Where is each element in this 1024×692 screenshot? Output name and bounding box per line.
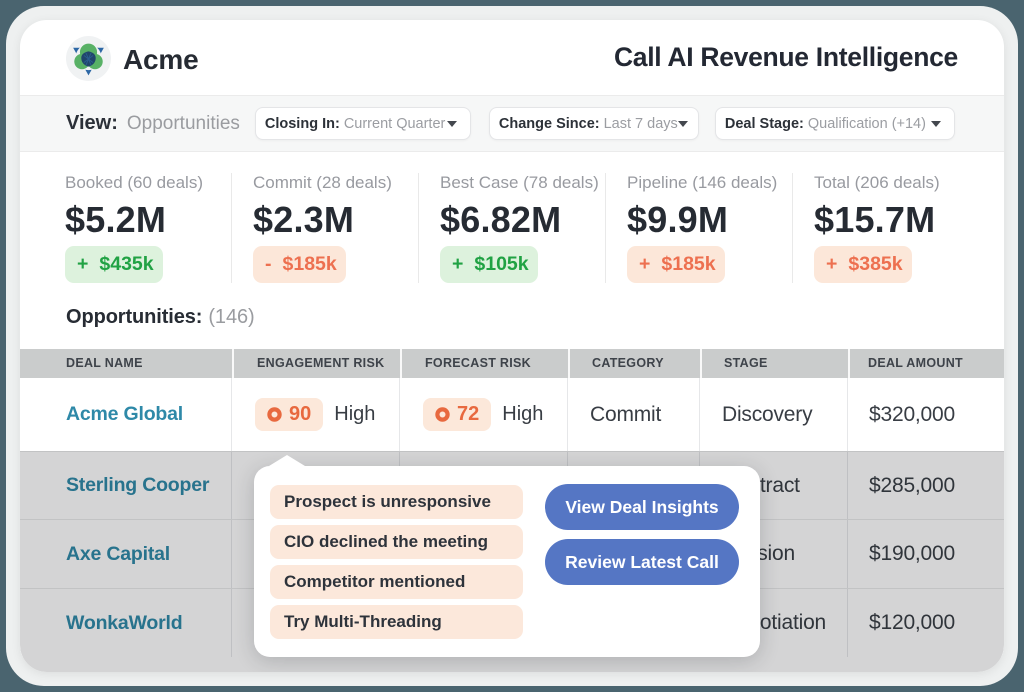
column-header-forecast-risk[interactable]: FORECAST RISK xyxy=(400,349,568,378)
filter-value: Last 7 days xyxy=(604,116,678,132)
engagement-risk-cell[interactable]: 90 High xyxy=(232,378,400,451)
filter-deal-stage[interactable]: Deal Stage: Qualification (+14) xyxy=(715,107,955,140)
column-header-engagement-risk[interactable]: ENGAGEMENT RISK xyxy=(232,349,400,378)
chevron-down-icon xyxy=(931,121,941,127)
stat-delta-badge: + $435k xyxy=(65,246,163,283)
view-label: View: xyxy=(66,112,118,135)
delta-sign: + xyxy=(77,246,88,283)
acme-logo-icon xyxy=(66,36,111,81)
stat-delta-badge: + $385k xyxy=(814,246,912,283)
stage-text: Discovery xyxy=(722,403,812,427)
risk-insight-popup: Prospect is unresponsive CIO declined th… xyxy=(254,466,760,657)
risk-level: High xyxy=(334,403,375,426)
risk-donut-icon xyxy=(435,407,450,422)
stats-row: Booked (60 deals) $5.2M + $435k Commit (2… xyxy=(44,152,1004,283)
risk-factor-chip: Prospect is unresponsive xyxy=(270,485,523,519)
stat-value: $2.3M xyxy=(253,198,418,242)
stat-pipeline: Pipeline (146 deals) $9.9M + $185k xyxy=(605,173,792,283)
dashboard-card: Acme Call AI Revenue Intelligence View: … xyxy=(20,20,1004,672)
stat-delta-badge: + $105k xyxy=(440,246,538,283)
column-header-deal-name[interactable]: DEAL NAME xyxy=(20,349,232,378)
stat-label: Pipeline (146 deals) xyxy=(627,173,792,193)
stat-label: Total (206 deals) xyxy=(814,173,979,193)
filter-closing-in[interactable]: Closing In: Current Quarter xyxy=(255,107,471,140)
stat-best-case: Best Case (78 deals) $6.82M + $105k xyxy=(418,173,605,283)
risk-score: 72 xyxy=(457,403,479,426)
delta-sign: + xyxy=(826,246,837,283)
table-header-row: DEAL NAME ENGAGEMENT RISK FORECAST RISK … xyxy=(20,349,1004,378)
delta-amount: $185k xyxy=(283,253,337,275)
stats-zone: Booked (60 deals) $5.2M + $435k Commit (2… xyxy=(20,152,1004,349)
risk-score: 90 xyxy=(289,403,311,426)
stat-delta-badge: + $185k xyxy=(627,246,725,283)
deal-link[interactable]: Acme Global xyxy=(66,403,183,426)
risk-factor-chip: Try Multi-Threading xyxy=(270,605,523,639)
risk-score-badge: 72 xyxy=(423,398,491,431)
review-latest-call-button[interactable]: Review Latest Call xyxy=(545,539,739,585)
stat-commit: Commit (28 deals) $2.3M -$185k xyxy=(231,173,418,283)
filter-value: Current Quarter xyxy=(344,116,446,132)
risk-factor-chip: CIO declined the meeting xyxy=(270,525,523,559)
delta-amount: $385k xyxy=(848,253,902,275)
delta-amount: $105k xyxy=(474,253,528,275)
chevron-down-icon xyxy=(678,121,688,127)
risk-donut-icon xyxy=(267,407,282,422)
stage-cell: Discovery xyxy=(700,378,848,451)
delta-amount: $435k xyxy=(99,253,153,275)
filter-bar: View: Opportunities Closing In: Current … xyxy=(20,95,1004,152)
page-title: Call AI Revenue Intelligence xyxy=(614,42,958,73)
delta-amount: $185k xyxy=(661,253,715,275)
amount-cell: $320,000 xyxy=(848,378,1004,451)
delta-sign: - xyxy=(265,246,272,283)
popup-arrow xyxy=(269,455,305,466)
acme-logo xyxy=(66,36,111,81)
filter-label: Deal Stage: xyxy=(725,116,804,132)
filter-change-since[interactable]: Change Since: Last 7 days xyxy=(489,107,699,140)
filter-value: Qualification (+14) xyxy=(808,116,926,132)
stat-booked: Booked (60 deals) $5.2M + $435k xyxy=(44,173,231,283)
stat-value: $5.2M xyxy=(65,198,231,242)
category-cell: Commit xyxy=(568,378,700,451)
opportunities-heading: Opportunities: (146) xyxy=(66,307,1004,327)
column-header-deal-amount[interactable]: DEAL AMOUNT xyxy=(848,349,1004,378)
stat-label: Booked (60 deals) xyxy=(65,173,231,193)
stat-delta-badge: -$185k xyxy=(253,246,346,283)
delta-sign: + xyxy=(452,246,463,283)
opportunities-count: (146) xyxy=(208,306,254,328)
amount-text: $320,000 xyxy=(869,403,955,427)
view-value: Opportunities xyxy=(127,113,240,135)
column-header-category[interactable]: CATEGORY xyxy=(568,349,700,378)
stat-value: $6.82M xyxy=(440,198,605,242)
view-deal-insights-button[interactable]: View Deal Insights xyxy=(545,484,739,530)
deal-name-cell: Acme Global xyxy=(20,378,232,451)
filter-label: Closing In: xyxy=(265,116,340,132)
delta-sign: + xyxy=(639,246,650,283)
risk-level: High xyxy=(502,403,543,426)
stat-total: Total (206 deals) $15.7M + $385k xyxy=(792,173,979,283)
table-row: Acme Global 90 High 72 High xyxy=(20,378,1004,451)
risk-factor-chip: Competitor mentioned xyxy=(270,565,523,599)
chevron-down-icon xyxy=(447,121,457,127)
filter-label: Change Since: xyxy=(499,116,600,132)
risk-score-badge: 90 xyxy=(255,398,323,431)
opportunities-label: Opportunities: xyxy=(66,306,202,328)
stat-label: Commit (28 deals) xyxy=(253,173,418,193)
app-header: Acme Call AI Revenue Intelligence xyxy=(20,20,1004,95)
forecast-risk-cell[interactable]: 72 High xyxy=(400,378,568,451)
stat-value: $9.9M xyxy=(627,198,792,242)
column-header-stage[interactable]: STAGE xyxy=(700,349,848,378)
brand-name: Acme xyxy=(123,44,198,76)
stat-label: Best Case (78 deals) xyxy=(440,173,605,193)
category-text: Commit xyxy=(590,403,661,427)
stat-value: $15.7M xyxy=(814,198,979,242)
